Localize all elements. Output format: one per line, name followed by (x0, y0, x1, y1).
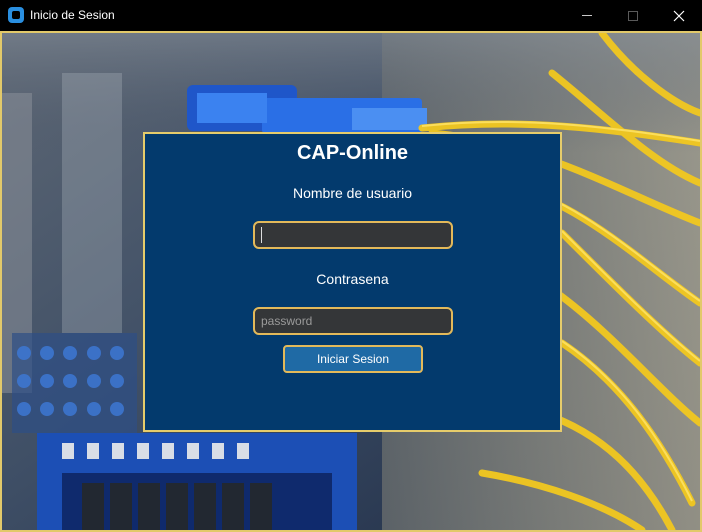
close-icon (673, 10, 685, 21)
password-field[interactable] (253, 307, 453, 335)
login-panel: CAP-Online Nombre de usuario Contrasena … (143, 132, 562, 432)
maximize-button[interactable] (610, 0, 656, 31)
window-content: CAP-Online Nombre de usuario Contrasena … (0, 31, 702, 532)
username-label: Nombre de usuario (292, 185, 413, 201)
minimize-icon (582, 15, 592, 16)
minimize-button[interactable] (564, 0, 610, 31)
password-label: Contrasena (316, 271, 389, 287)
login-window: Inicio de Sesion CAP-Online Nombre de us… (0, 0, 702, 532)
login-button[interactable]: Iniciar Sesion (283, 345, 423, 373)
username-field[interactable] (253, 221, 453, 249)
window-title: Inicio de Sesion (30, 8, 115, 22)
title-bar[interactable]: Inicio de Sesion (0, 0, 702, 31)
username-input[interactable] (255, 223, 451, 247)
app-icon (8, 7, 24, 23)
close-button[interactable] (656, 0, 702, 31)
app-title: CAP-Online (296, 142, 409, 164)
password-input[interactable] (255, 309, 451, 333)
text-cursor (261, 227, 262, 243)
maximize-icon (628, 10, 638, 21)
